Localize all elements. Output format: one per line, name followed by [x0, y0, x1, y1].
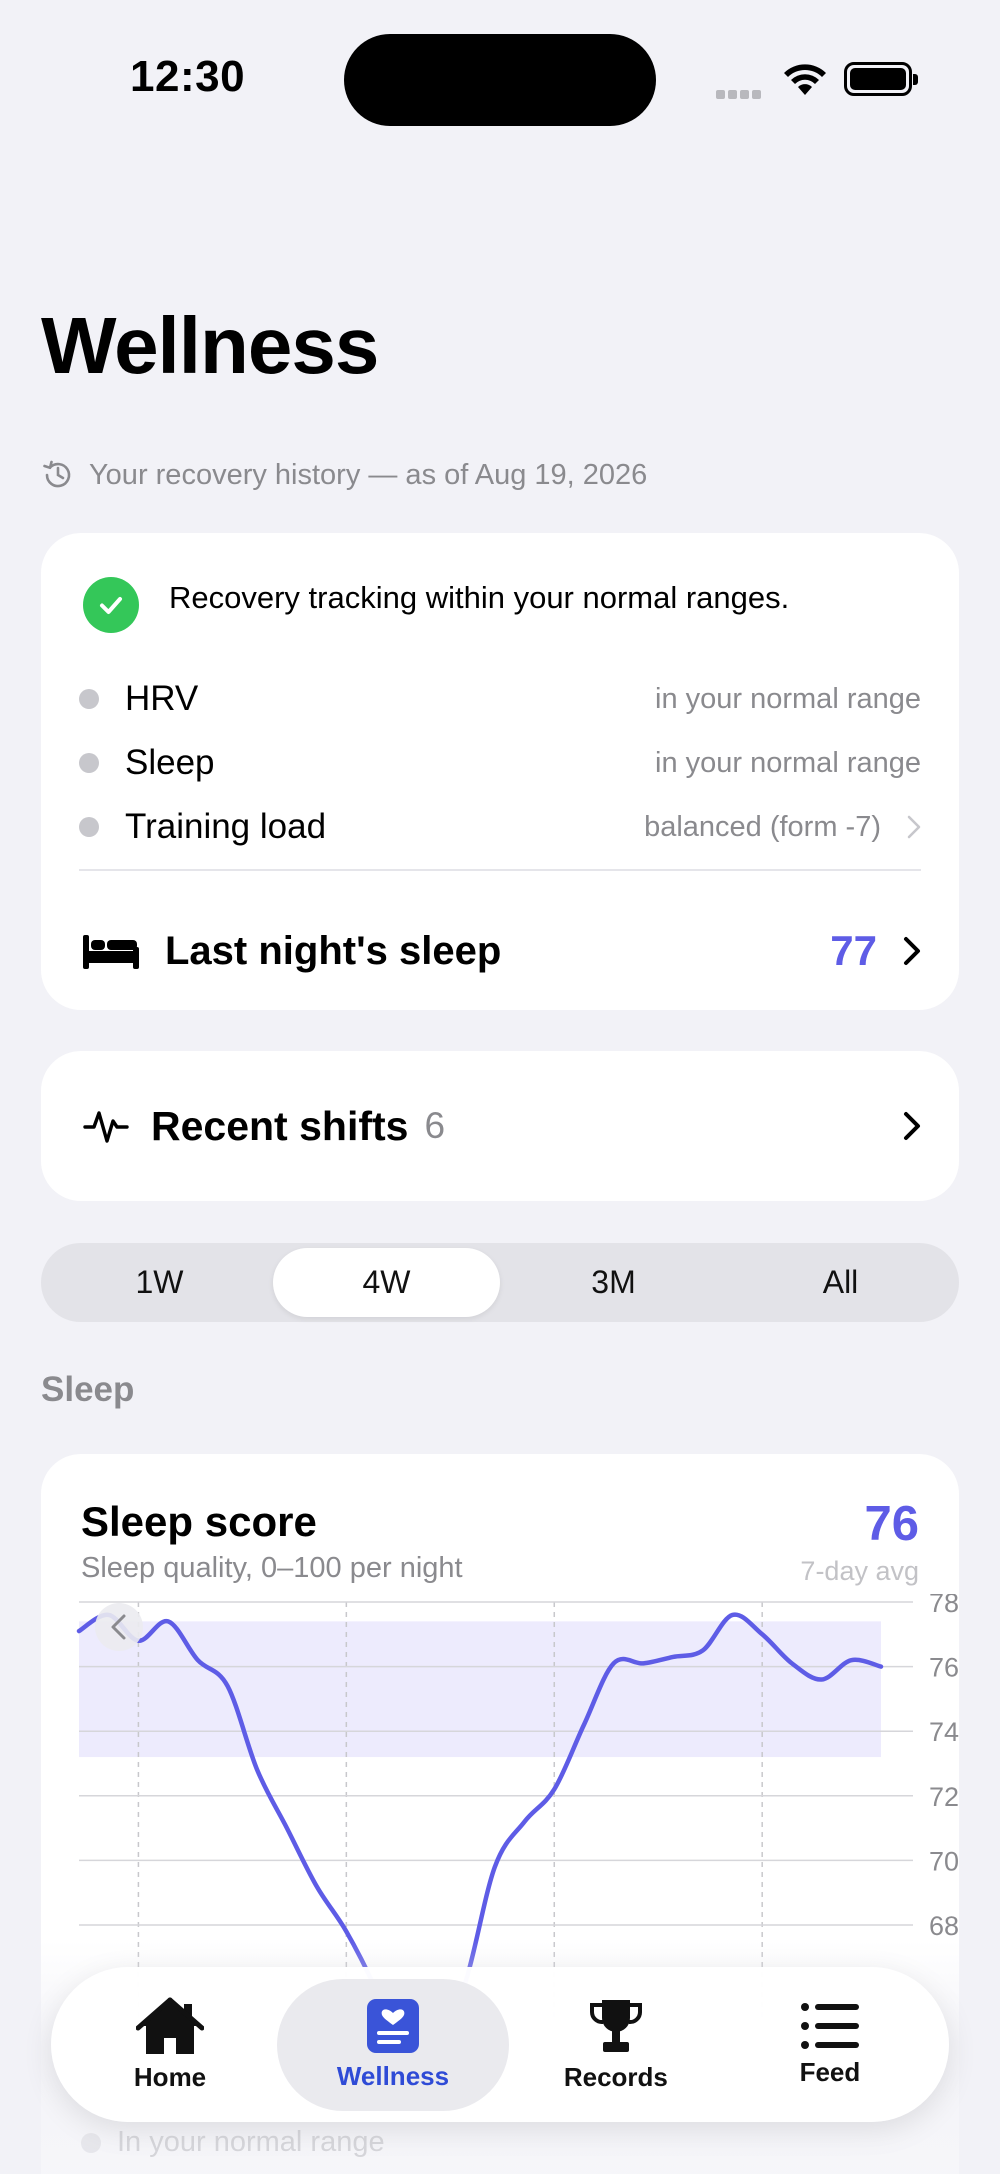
bed-icon	[83, 935, 139, 969]
pulse-icon	[83, 1111, 129, 1143]
range-option-all[interactable]: All	[727, 1248, 954, 1317]
status-bar: 12:30	[0, 0, 1000, 160]
last-night-sleep-row[interactable]: Last night's sleep 77	[83, 909, 921, 993]
dynamic-island	[344, 34, 656, 126]
section-label-sleep: Sleep	[41, 1370, 135, 1409]
chevron-right-icon	[907, 815, 921, 839]
subtitle-text: Your recovery history — as of Aug 19, 20…	[89, 458, 648, 491]
chart-title: Sleep score	[81, 1498, 317, 1545]
metric-value: in your normal range	[655, 746, 921, 779]
list-icon	[800, 2003, 859, 2049]
chart-legend: In your normal range	[81, 2126, 385, 2159]
wifi-icon	[784, 64, 826, 95]
shifts-label: Recent shifts	[151, 1102, 409, 1149]
divider	[79, 869, 921, 871]
cellular-icon	[716, 86, 764, 104]
y-tick-label: 68	[929, 1911, 959, 1941]
legend-dot	[81, 2132, 101, 2153]
battery-icon	[844, 62, 918, 96]
metric-name: Sleep	[125, 743, 215, 782]
sleep-score: 77	[830, 927, 877, 974]
chart-scroll-left-button[interactable]	[95, 1603, 143, 1651]
checkmark-icon	[83, 577, 139, 633]
range-option-3m[interactable]: 3M	[500, 1248, 727, 1317]
tab-records[interactable]: Records	[509, 1979, 723, 2111]
tab-bar: Home Wellness Records Feed	[51, 1967, 949, 2122]
tab-feed[interactable]: Feed	[723, 1979, 937, 2111]
seven-day-avg-label: 7-day avg	[800, 1556, 919, 1586]
history-clock-icon	[43, 460, 71, 488]
metric-row-training-load[interactable]: Training load balanced (form -7)	[79, 803, 921, 851]
heart-clipboard-icon	[366, 1999, 419, 2053]
y-tick-label: 74	[929, 1717, 959, 1747]
y-tick-label: 70	[929, 1846, 959, 1876]
status-dot	[79, 689, 99, 709]
recovery-status-card: Recovery tracking within your normal ran…	[41, 533, 959, 1010]
legend-text: In your normal range	[117, 2126, 385, 2158]
tab-label: Wellness	[336, 2061, 450, 2091]
chevron-right-icon	[904, 937, 920, 965]
recent-shifts-card[interactable]: Recent shifts 6	[41, 1051, 959, 1201]
chevron-right-icon	[904, 1112, 920, 1140]
recovery-summary: Recovery tracking within your normal ran…	[83, 577, 789, 633]
y-tick-label: 76	[929, 1653, 959, 1683]
status-dot	[79, 817, 99, 837]
status-time: 12:30	[130, 52, 246, 101]
range-selector: 1W 4W 3M All	[41, 1243, 959, 1322]
tab-home[interactable]: Home	[63, 1979, 277, 2111]
chevron-button-bg	[95, 1603, 143, 1651]
range-option-4w[interactable]: 4W	[273, 1248, 500, 1317]
tab-wellness[interactable]: Wellness	[277, 1978, 509, 2111]
metric-value: balanced (form -7)	[644, 810, 881, 843]
shifts-count-badge: 6	[424, 1105, 446, 1146]
sleep-label: Last night's sleep	[165, 928, 502, 973]
seven-day-avg-value: 76	[864, 1497, 919, 1551]
metric-name: HRV	[125, 679, 199, 718]
chart-subtitle: Sleep quality, 0–100 per night	[81, 1552, 463, 1584]
metric-row-hrv: HRV in your normal range	[79, 675, 921, 723]
metric-value: in your normal range	[655, 682, 921, 715]
trophy-icon	[589, 2000, 642, 2052]
status-dot	[79, 753, 99, 773]
tab-label: Records	[563, 2062, 668, 2092]
page-title: Wellness	[41, 301, 379, 390]
tab-label: Home	[133, 2062, 207, 2092]
y-tick-label: 72	[929, 1782, 959, 1812]
house-icon	[136, 1997, 205, 2054]
tab-label: Feed	[799, 2057, 861, 2087]
range-option-1w[interactable]: 1W	[46, 1248, 273, 1317]
normal-range-band	[79, 1621, 881, 1758]
y-tick-label: 78	[929, 1594, 959, 1618]
metric-name: Training load	[125, 807, 327, 846]
metric-row-sleep: Sleep in your normal range	[79, 739, 921, 787]
history-subtitle: Your recovery history — as of Aug 19, 20…	[41, 458, 647, 492]
summary-text: Recovery tracking within your normal ran…	[169, 580, 790, 615]
